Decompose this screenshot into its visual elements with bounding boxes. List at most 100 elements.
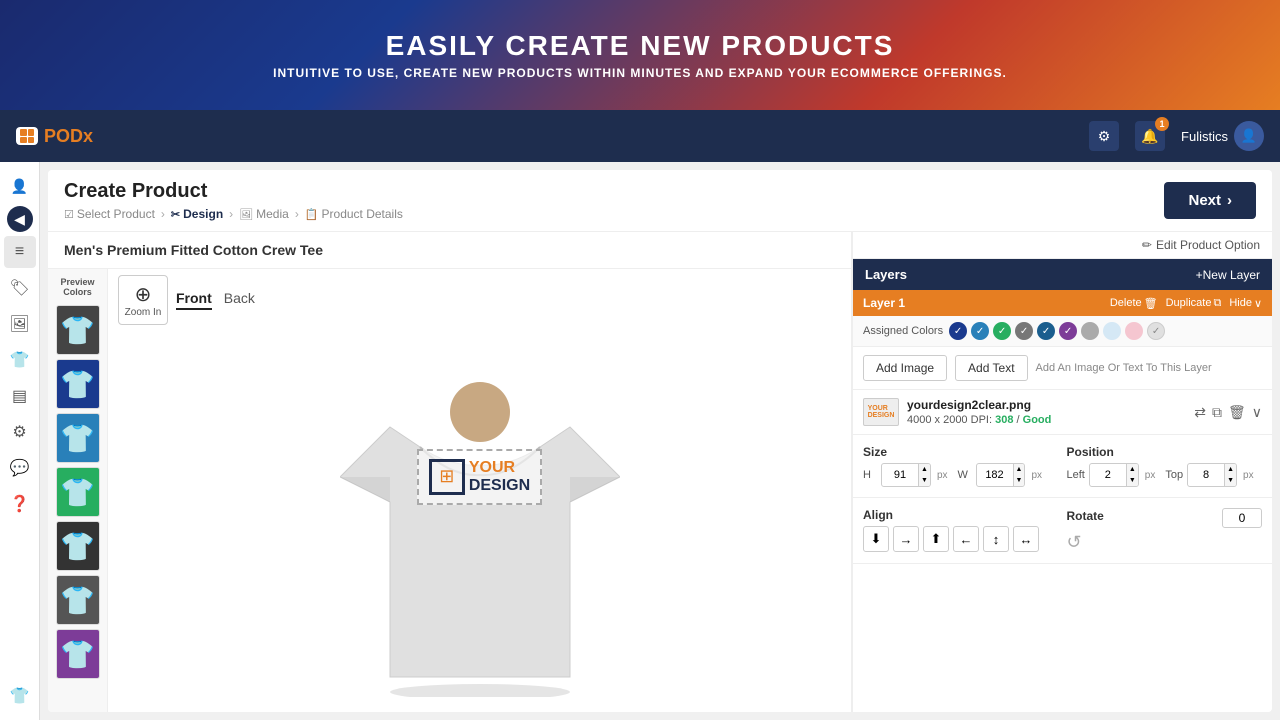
layer-hide-button[interactable]: Hide ∨ [1229,297,1262,310]
rotate-section: Rotate 0 ↺ [1067,508,1263,553]
add-image-button[interactable]: Add Image [863,355,947,381]
product-name: Men's Premium Fitted Cotton Crew Tee [48,232,851,269]
sidebar-icon-help[interactable]: ❓ [4,488,36,520]
color-cb-pink[interactable] [1125,322,1143,340]
color-cb-blue[interactable]: ✓ [971,322,989,340]
design-toolbar: ⊕ Zoom In Front Back [108,269,851,331]
tab-front[interactable]: Front [176,290,212,310]
design-copy-button[interactable]: ⧉ [1212,404,1222,421]
logo-box [16,127,38,145]
color-cb-darkblue[interactable]: ✓ [1037,322,1055,340]
design-file-info: yourdesign2clear.png 4000 x 2000 DPI: 30… [907,398,1051,426]
swatch-navy[interactable]: 👕 [56,359,100,409]
preview-label: PreviewColors [60,277,94,297]
next-button[interactable]: Next › [1164,182,1256,219]
design-swap-button[interactable]: ⇄ [1194,404,1206,421]
page-title: Create Product [64,180,403,203]
sidebar-back-button[interactable]: ◀ [7,206,33,232]
align-hcenter-button[interactable]: ↔ [1013,526,1039,552]
color-cb-navy[interactable]: ✓ [949,322,967,340]
add-text-button[interactable]: Add Text [955,355,1027,381]
page-header: Create Product ☑ Select Product › ✂ Desi… [48,170,1272,232]
position-top-down[interactable]: ▼ [1225,475,1236,486]
position-left-input[interactable] [1090,466,1126,484]
design-area: Men's Premium Fitted Cotton Crew Tee Pre… [48,232,852,712]
size-label: Size [863,445,1059,459]
sidebar-icon-layers[interactable]: ▤ [4,380,36,412]
design-file-row: YOURDESIGN yourdesign2clear.png 4000 x 2… [853,390,1272,435]
breadcrumb-select-product: ☑ Select Product [64,207,155,221]
position-left-input-wrap: ▲ ▼ [1089,463,1139,487]
edit-product-option-button[interactable]: ✏ Edit Product Option [853,232,1272,259]
swatch-dark2[interactable]: 👕 [56,575,100,625]
zoom-in-button[interactable]: ⊕ Zoom In [118,275,168,325]
avatar: 👤 [1234,121,1264,151]
color-cb-green[interactable]: ✓ [993,322,1011,340]
size-section: Size H ▲ ▼ px [863,445,1059,487]
position-top-unit: px [1243,470,1254,481]
align-buttons: ⬇ → ⬆ ← ↕ ↔ [863,526,1059,552]
align-vcenter-button[interactable]: ↕ [983,526,1009,552]
size-w-input-wrap: ▲ ▼ [976,463,1026,487]
settings-button[interactable]: ⚙ [1089,121,1119,151]
design-canvas-area: PreviewColors 👕 👕 👕 👕 [48,269,851,712]
design-expand-button[interactable]: ∨ [1252,404,1262,421]
swatch-green[interactable]: 👕 [56,467,100,517]
layer-duplicate-button[interactable]: Duplicate ⧉ [1166,297,1222,310]
sidebar-icon-bottom-shirt[interactable]: 👕 [4,680,36,712]
sidebar-icon-chat[interactable]: 💬 [4,452,36,484]
size-h-input[interactable] [882,466,918,484]
breadcrumb-media: 🖼 Media [239,207,289,221]
sidebar-icon-profile: 👤 [4,170,36,202]
left-sidebar: 👤 ◀ ≡ 🏷 🖼 👕 ▤ ⚙ 💬 ❓ 👕 [0,162,40,720]
color-cb-white[interactable]: ✓ [1147,322,1165,340]
position-top-up[interactable]: ▲ [1225,464,1236,475]
size-w-input[interactable] [977,466,1013,484]
color-cb-purple[interactable]: ✓ [1059,322,1077,340]
layers-header: Layers +New Layer [853,259,1272,290]
logo-grid [20,129,34,143]
position-left-label: Left [1067,469,1085,481]
swatch-purple[interactable]: 👕 [56,629,100,679]
sidebar-icon-tag[interactable]: 🏷 [4,272,36,304]
size-h-down[interactable]: ▼ [919,475,930,486]
layer-1: Layer 1 Delete 🗑 Duplicate ⧉ Hi [853,290,1272,564]
align-bottom-button[interactable]: ⬇ [863,526,889,552]
sidebar-icon-image[interactable]: 🖼 [4,308,36,340]
position-top-input-wrap: ▲ ▼ [1187,463,1237,487]
size-h-input-wrap: ▲ ▼ [881,463,931,487]
position-left-down[interactable]: ▼ [1127,475,1138,486]
new-layer-button[interactable]: +New Layer [1196,268,1260,282]
swatch-blue[interactable]: 👕 [56,413,100,463]
content-body: Men's Premium Fitted Cotton Crew Tee Pre… [48,232,1272,712]
user-name: Fulistics [1181,129,1228,144]
sidebar-icon-shirt[interactable]: 👕 [4,344,36,376]
design-delete-button[interactable]: 🗑 [1228,404,1246,421]
rotate-icon[interactable]: ↺ [1067,532,1082,552]
sidebar-icon-list[interactable]: ≡ [4,236,36,268]
size-h-up[interactable]: ▲ [919,464,930,475]
swatch-black[interactable]: 👕 [56,305,100,355]
align-right-button[interactable]: → [893,526,919,552]
align-top-button[interactable]: ⬆ [923,526,949,552]
tab-back[interactable]: Back [224,290,255,310]
sidebar-icon-settings[interactable]: ⚙ [4,416,36,448]
size-w-down[interactable]: ▼ [1014,475,1025,486]
position-left-up[interactable]: ▲ [1127,464,1138,475]
layer-delete-button[interactable]: Delete 🗑 [1110,297,1158,310]
tshirt-svg [340,347,620,697]
color-cb-lightblue[interactable] [1103,322,1121,340]
assigned-colors-label: Assigned Colors [863,325,943,337]
dpi-quality: Good [1023,414,1052,426]
hero-subtitle: INTUITIVE TO USE, CREATE NEW PRODUCTS WI… [273,66,1007,80]
color-cb-lightgray[interactable] [1081,322,1099,340]
size-w-up[interactable]: ▲ [1014,464,1025,475]
color-swatches: PreviewColors 👕 👕 👕 👕 [48,269,108,712]
swatch-dark1[interactable]: 👕 [56,521,100,571]
design-logo-text: YOUR DESIGN [469,459,530,494]
position-top-input[interactable] [1188,466,1224,484]
notification-wrap: 🔔 1 [1135,121,1165,151]
design-thumb: YOURDESIGN [863,398,899,426]
color-cb-gray[interactable]: ✓ [1015,322,1033,340]
align-left-button[interactable]: ← [953,526,979,552]
